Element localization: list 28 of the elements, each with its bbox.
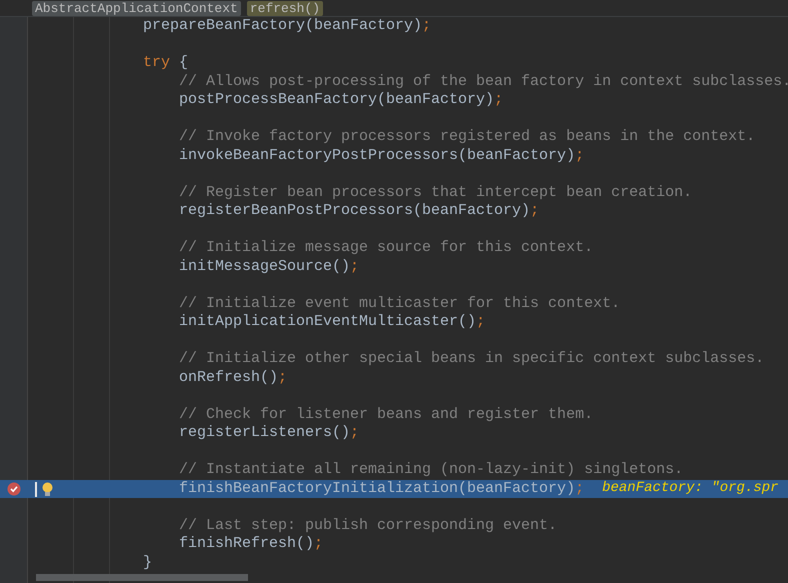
code-comment: // Instantiate all remaining (non-lazy-init) singletons. bbox=[179, 461, 684, 480]
code-line: finishBeanFactoryInitialization(beanFactory); bbox=[179, 480, 584, 498]
text-caret bbox=[35, 482, 37, 496]
inline-debug-value: beanFactory: "org.spr bbox=[602, 479, 779, 498]
lightbulb-icon[interactable] bbox=[42, 482, 53, 496]
horizontal-scrollbar[interactable] bbox=[36, 574, 248, 581]
breadcrumb[interactable]: refresh() bbox=[246, 0, 324, 16]
code-comment: // Invoke factory processors registered as beans in the context. bbox=[179, 128, 756, 146]
code-line: postProcessBeanFactory(beanFactory); bbox=[179, 91, 504, 110]
code-comment: // Allows post-processing of the bean factory in context subclasses. bbox=[179, 72, 788, 91]
code-line: registerListeners(); bbox=[179, 424, 360, 442]
code-line: invokeBeanFactoryPostProcessors(beanFactory); bbox=[179, 146, 584, 165]
code-line: try { bbox=[143, 54, 188, 72]
code-line: initApplicationEventMulticaster(); bbox=[179, 313, 486, 332]
code-line: registerBeanPostProcessors(beanFactory); bbox=[179, 202, 540, 220]
code-comment: // Initialize other special beans in specific context subclasses. bbox=[179, 350, 764, 368]
closing-brace: } bbox=[143, 554, 152, 572]
code-comment: // Register bean processors that intercept bean creation. bbox=[179, 184, 692, 202]
code-comment: // Last step: publish corresponding event. bbox=[179, 516, 558, 535]
breadcrumb[interactable]: AbstractApplicationContext bbox=[32, 0, 241, 16]
code-line: onRefresh(); bbox=[179, 368, 288, 387]
code-line: finishRefresh(); bbox=[179, 535, 324, 554]
code-comment: // Check for listener beans and register them. bbox=[179, 406, 594, 424]
code-line: prepareBeanFactory(beanFactory); bbox=[143, 17, 432, 36]
code-comment: // Initialize message source for this context. bbox=[179, 239, 594, 258]
breakpoint-icon[interactable] bbox=[7, 482, 21, 496]
code-comment: // Initialize event multicaster for this context. bbox=[179, 294, 620, 313]
code-line: initMessageSource(); bbox=[179, 258, 360, 276]
